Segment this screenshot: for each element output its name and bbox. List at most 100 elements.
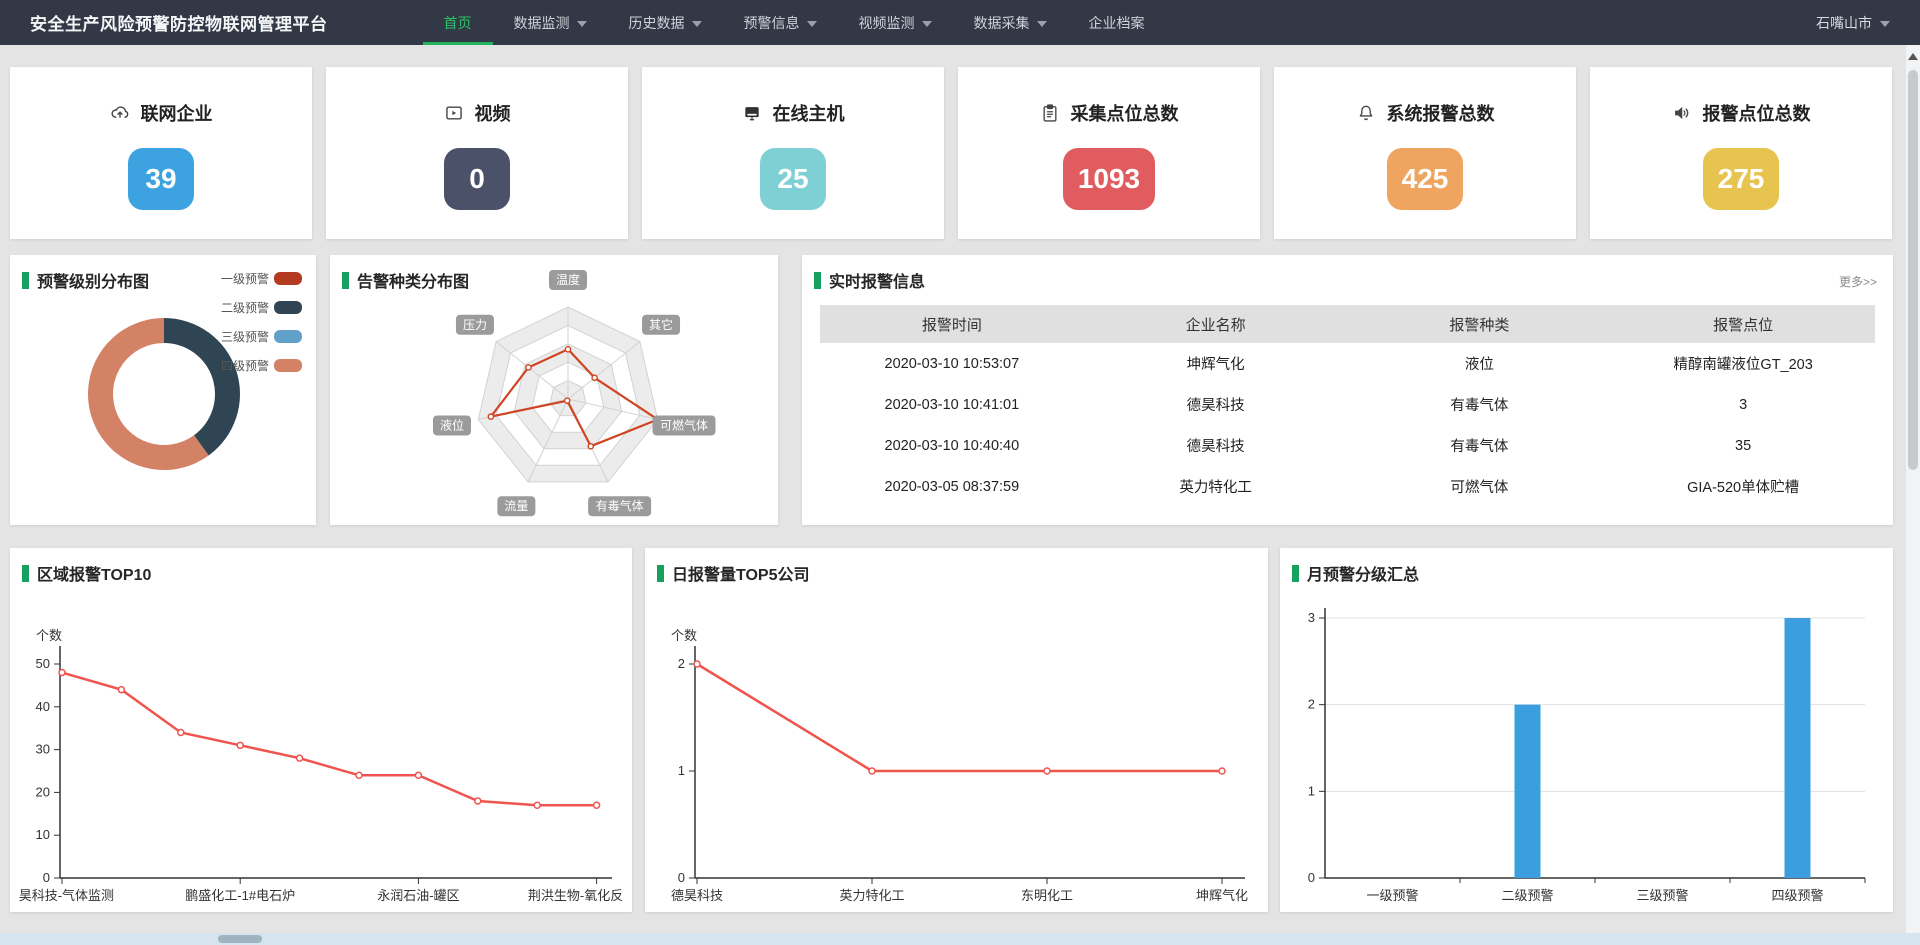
svg-text:流量: 流量: [504, 499, 528, 513]
nav-item-history-data[interactable]: 历史数据: [608, 0, 723, 45]
more-link[interactable]: 更多>>: [1839, 273, 1877, 290]
svg-text:二级预警: 二级预警: [1501, 888, 1553, 903]
legend-swatch: [274, 359, 302, 372]
legend-item-level3[interactable]: 三级预警: [221, 329, 302, 343]
panel-title: 日报警量TOP5公司: [657, 561, 810, 585]
stat-card-alarm-points: 报警点位总数 275: [1590, 67, 1892, 239]
svg-text:1: 1: [678, 763, 685, 778]
svg-text:英力特化工: 英力特化工: [839, 888, 904, 903]
stat-value: 1093: [1063, 148, 1155, 210]
svg-text:四级预警: 四级预警: [1771, 888, 1823, 903]
svg-text:0: 0: [43, 870, 50, 885]
column-header: 报警时间: [820, 314, 1084, 335]
nav-item-video-monitoring[interactable]: 视频监测: [838, 0, 953, 45]
panel-title: 区域报警TOP10: [22, 561, 151, 585]
svg-text:一级预警: 一级预警: [1366, 888, 1418, 903]
svg-text:坤辉气化: 坤辉气化: [1196, 888, 1248, 903]
chevron-down-icon: [807, 21, 817, 27]
stat-value: 425: [1387, 148, 1464, 210]
clipboard-icon: [1040, 103, 1060, 123]
panel-title: 实时报警信息: [814, 268, 925, 292]
monitor-icon: [742, 103, 762, 123]
svg-text:30: 30: [36, 742, 50, 757]
region-top10-panel: 区域报警TOP10 01020304050个数昊科技-气体监测鹏盛化工-1#电石…: [10, 548, 632, 912]
alarm-table: 报警时间 企业名称 报警种类 报警点位 2020-03-10 10:53:07坤…: [820, 305, 1875, 507]
legend-item-level4[interactable]: 四级预警: [221, 358, 302, 372]
chevron-down-icon: [1037, 21, 1047, 27]
horizontal-scrollbar[interactable]: [0, 933, 1920, 945]
stat-card-online-hosts: 在线主机 25: [642, 67, 944, 239]
svg-text:50: 50: [36, 656, 50, 671]
cloud-upload-icon: [110, 103, 130, 123]
svg-text:40: 40: [36, 699, 50, 714]
svg-text:20: 20: [36, 784, 50, 799]
svg-text:其它: 其它: [649, 317, 673, 332]
column-header: 报警种类: [1348, 314, 1612, 335]
column-header: 企业名称: [1084, 314, 1348, 335]
nav-item-enterprise-files[interactable]: 企业档案: [1068, 0, 1166, 45]
app-title: 安全生产风险预警防控物联网管理平台: [0, 0, 328, 45]
panel-title: 预警级别分布图: [22, 268, 149, 292]
stat-label: 采集点位总数: [1071, 100, 1179, 126]
svg-text:0: 0: [678, 870, 685, 885]
nav-item-alert-info[interactable]: 预警信息: [723, 0, 838, 45]
svg-text:昊科技-气体监测: 昊科技-气体监测: [19, 888, 114, 903]
bell-icon: [1356, 103, 1376, 123]
stat-value: 39: [128, 148, 194, 210]
navbar: 安全生产风险预警防控物联网管理平台 首页 数据监测 历史数据 预警信息 视频监测…: [0, 0, 1920, 45]
column-header: 报警点位: [1611, 314, 1875, 335]
alarm-type-panel: 告警种类分布图 温度其它可燃气体有毒气体流量液位压力: [330, 255, 778, 525]
main-menu: 首页 数据监测 历史数据 预警信息 视频监测 数据采集 企业档案: [423, 0, 1166, 45]
panel-title: 告警种类分布图: [342, 268, 469, 292]
svg-text:0: 0: [1308, 870, 1315, 885]
svg-text:永润石油-罐区: 永润石油-罐区: [377, 888, 459, 903]
svg-text:德昊科技: 德昊科技: [671, 888, 723, 903]
vertical-scrollbar[interactable]: [1906, 45, 1920, 933]
dashboard-screen: 安全生产风险预警防控物联网管理平台 首页 数据监测 历史数据 预警信息 视频监测…: [0, 0, 1920, 945]
horizontal-scroll-thumb[interactable]: [218, 935, 262, 943]
legend-item-level1[interactable]: 一级预警: [221, 271, 302, 285]
table-row: 2020-03-10 10:53:07坤辉气化液位精醇南罐液位GT_203: [820, 343, 1875, 384]
title-bar-accent: [814, 272, 821, 289]
region-selector[interactable]: 石嘴山市: [1816, 0, 1920, 45]
svg-text:液位: 液位: [440, 417, 464, 432]
svg-text:2: 2: [1308, 697, 1315, 712]
stat-value: 275: [1703, 148, 1780, 210]
daily-top5-line-chart: 012个数德昊科技英力特化工东明化工坤辉气化: [645, 548, 1268, 912]
nav-item-data-monitoring[interactable]: 数据监测: [493, 0, 608, 45]
chevron-down-icon: [577, 21, 587, 27]
title-bar-accent: [22, 272, 29, 289]
scroll-up-arrow-icon[interactable]: [1908, 53, 1918, 60]
svg-text:鹏盛化工-1#电石炉: 鹏盛化工-1#电石炉: [185, 888, 295, 903]
svg-text:可燃气体: 可燃气体: [660, 417, 708, 432]
speaker-icon: [1672, 103, 1692, 123]
legend-item-level2[interactable]: 二级预警: [221, 300, 302, 314]
legend-swatch: [274, 330, 302, 343]
title-bar-accent: [22, 565, 29, 582]
svg-text:东明化工: 东明化工: [1021, 888, 1073, 903]
video-icon: [444, 103, 464, 123]
chevron-down-icon: [922, 21, 932, 27]
stat-card-videos: 视频 0: [326, 67, 628, 239]
svg-text:有毒气体: 有毒气体: [596, 498, 644, 513]
svg-text:3: 3: [1308, 610, 1315, 625]
alarm-table-header: 报警时间 企业名称 报警种类 报警点位: [820, 305, 1875, 343]
vertical-scroll-thumb[interactable]: [1908, 70, 1918, 470]
nav-item-home[interactable]: 首页: [423, 0, 493, 45]
legend-swatch: [274, 272, 302, 285]
chevron-down-icon: [1880, 21, 1890, 27]
stat-card-system-alarms: 系统报警总数 425: [1274, 67, 1576, 239]
svg-text:2: 2: [678, 656, 685, 671]
title-bar-accent: [1292, 565, 1299, 582]
stat-label: 系统报警总数: [1387, 100, 1495, 126]
nav-item-data-collection[interactable]: 数据采集: [953, 0, 1068, 45]
table-row: 2020-03-10 10:40:40德昊科技有毒气体35: [820, 425, 1875, 466]
alarm-type-radar-chart: 温度其它可燃气体有毒气体流量液位压力: [330, 255, 778, 525]
stat-label: 联网企业: [141, 100, 213, 126]
daily-top5-panel: 日报警量TOP5公司 012个数德昊科技英力特化工东明化工坤辉气化: [645, 548, 1268, 912]
stat-card-connected-enterprises: 联网企业 39: [10, 67, 312, 239]
chevron-down-icon: [692, 21, 702, 27]
svg-text:荆洪生物-氧化反: 荆洪生物-氧化反: [528, 888, 623, 903]
pie-legend: 一级预警 二级预警 三级预警 四级预警: [221, 271, 302, 387]
stat-label: 在线主机: [773, 100, 845, 126]
